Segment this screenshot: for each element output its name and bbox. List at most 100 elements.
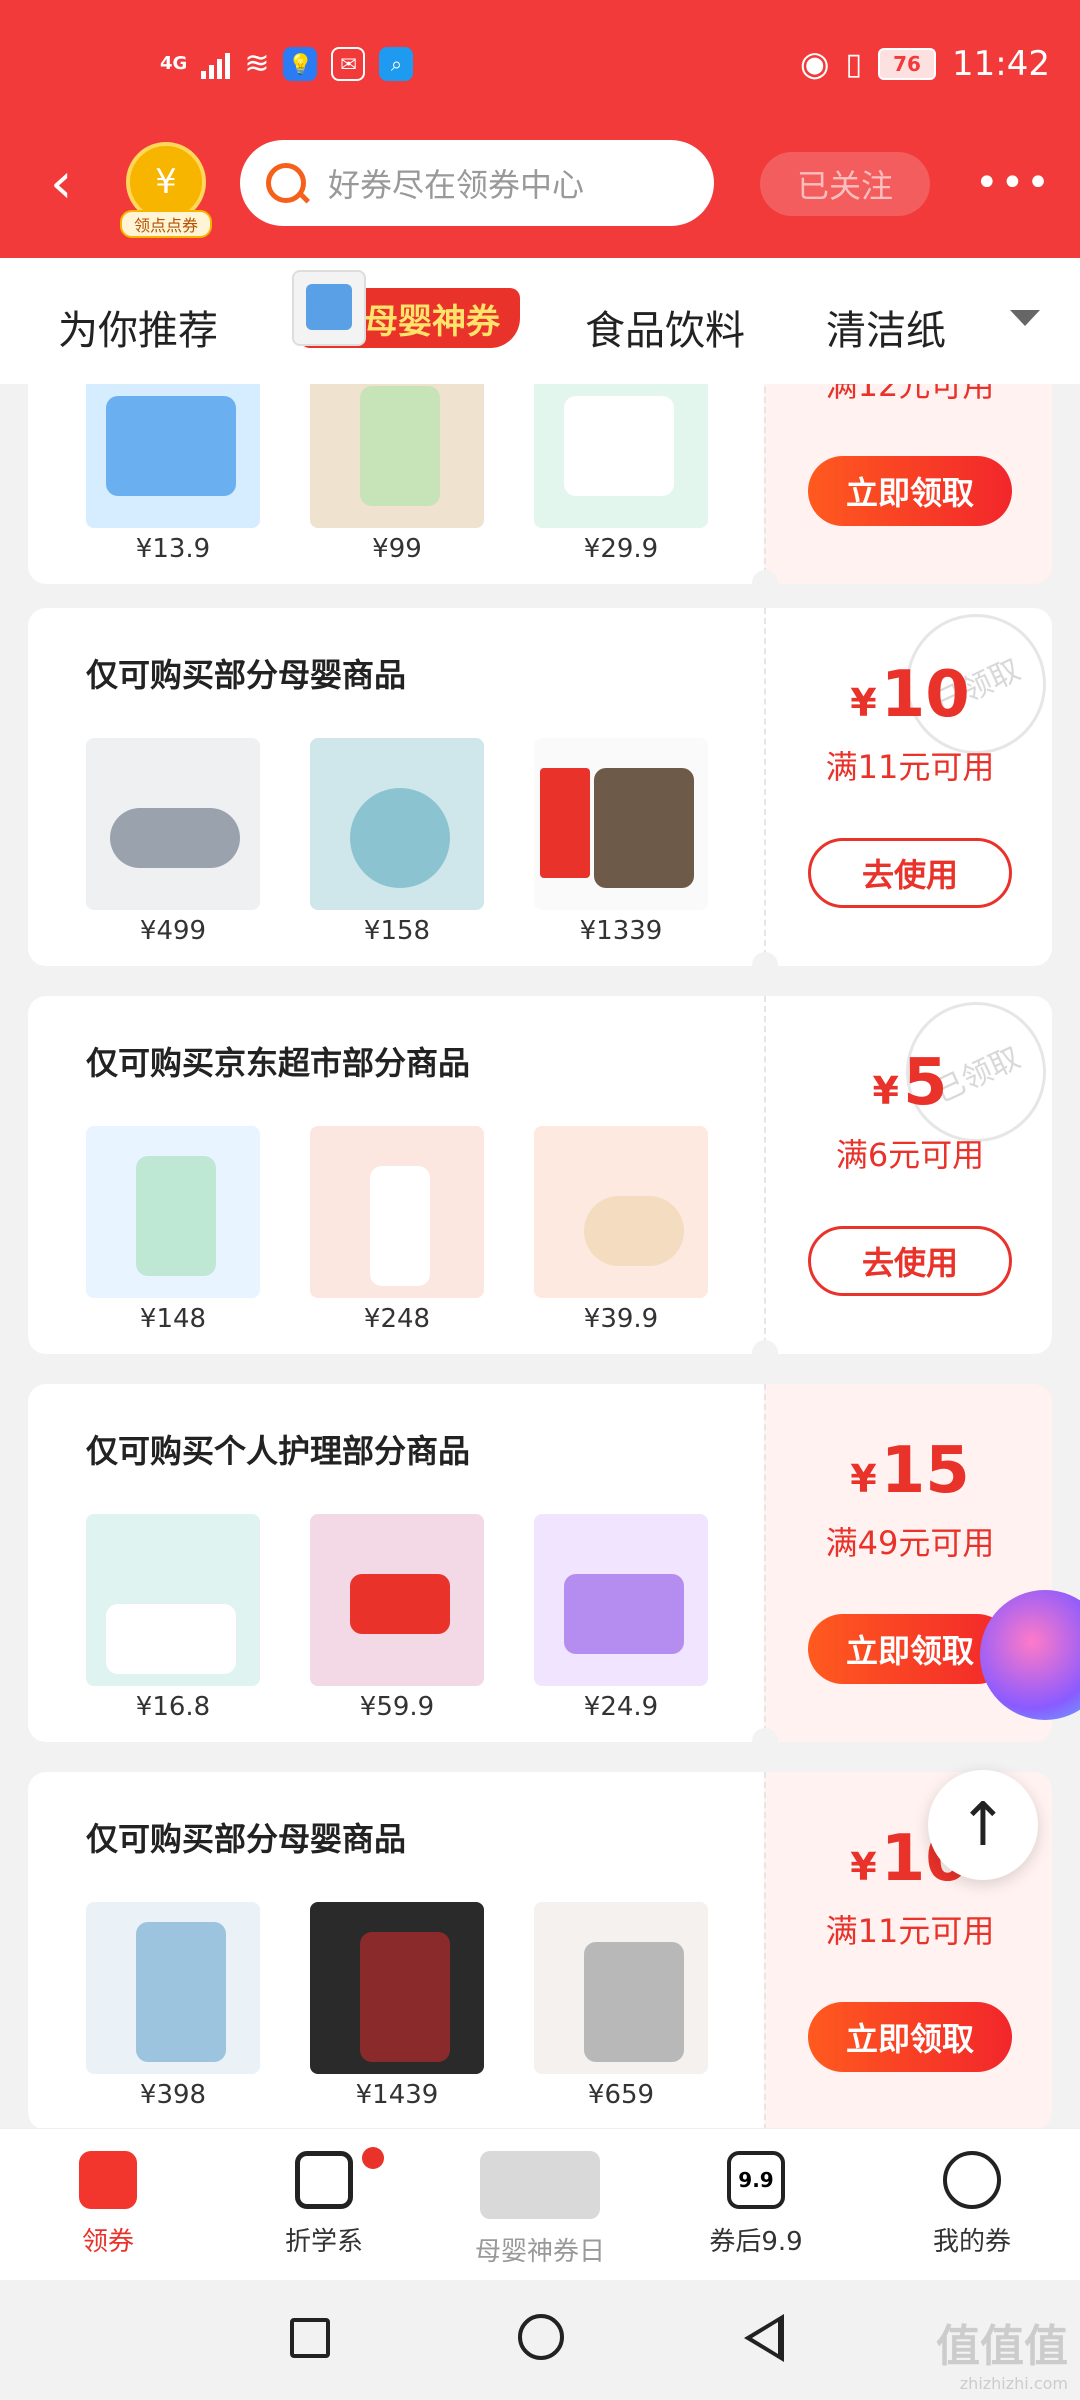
- coupon-body: 仅可购买部分母婴商品 ¥398 ¥1439 ¥659: [28, 1772, 764, 2128]
- coupon-list[interactable]: ¥13.9 ¥99 ¥29.9 满12元可用 立即领取 仅可购买部分母婴商品 ¥…: [28, 384, 1052, 2128]
- nav-discount-school[interactable]: 折学系: [244, 2147, 404, 2258]
- back-arrow-icon: ‹: [50, 151, 73, 216]
- product-image: [86, 1902, 260, 2074]
- coupon-body: 仅可购买部分母婴商品 ¥499 ¥158 ¥1339: [28, 608, 764, 966]
- watermark-sub: zhizhizhi.com: [959, 2374, 1068, 2393]
- coupon-side: 满12元可用 立即领取: [764, 384, 1052, 584]
- nav-label: 领券: [81, 2227, 134, 2257]
- product-item[interactable]: ¥398: [86, 1902, 260, 2110]
- wechat-icon: ✉: [331, 46, 366, 81]
- product-item[interactable]: ¥158: [310, 738, 484, 946]
- product-item[interactable]: ¥24.9: [534, 1514, 708, 1722]
- product-image: [86, 738, 260, 910]
- nav-my-coupons[interactable]: 我的券: [892, 2151, 1052, 2258]
- product-price: ¥398: [139, 2080, 207, 2110]
- coupon-body: 仅可购买个人护理部分商品 ¥16.8 ¥59.9 ¥24.9: [28, 1384, 764, 1742]
- eye-icon: ◉: [799, 44, 830, 84]
- system-nav-bar: 值值值 zhizhizhi.com: [0, 2280, 1080, 2400]
- nav-after-coupon-99[interactable]: 9.9 券后9.9: [676, 2151, 836, 2258]
- nav-coupons[interactable]: 领券: [28, 2151, 188, 2258]
- product-price: ¥99: [372, 534, 422, 564]
- product-item[interactable]: ¥659: [534, 1902, 708, 2110]
- coupon-card: 仅可购买个人护理部分商品 ¥16.8 ¥59.9 ¥24.9 ¥15 满49元可…: [28, 1370, 1052, 1754]
- product-image: [534, 384, 708, 528]
- tab-recommend[interactable]: 为你推荐: [58, 298, 218, 356]
- coupon-condition: 满11元可用: [825, 1912, 995, 1950]
- currency-symbol: ¥: [850, 1457, 877, 1501]
- baby-day-icon: [480, 2151, 600, 2219]
- nav-baby-coupon-day[interactable]: 母婴神券日: [460, 2151, 620, 2268]
- product-item[interactable]: ¥499: [86, 738, 260, 946]
- tab-cleaning-paper[interactable]: 清洁纸: [826, 298, 946, 356]
- product-price: ¥16.8: [135, 1692, 211, 1722]
- coupon-title: 仅可购买部分母婴商品: [86, 656, 407, 694]
- category-tabs: 为你推荐 母婴神券 食品饮料 清洁纸: [0, 258, 1080, 384]
- coin-badge[interactable]: ¥ 领点点券: [120, 142, 212, 238]
- product-item[interactable]: ¥29.9: [534, 384, 708, 564]
- product-image: [534, 1514, 708, 1686]
- arrow-up-icon: ↑: [957, 1790, 1009, 1860]
- product-row: ¥13.9 ¥99 ¥29.9: [86, 384, 708, 564]
- notch: [752, 1728, 778, 1754]
- coupon-card: 仅可购买京东超市部分商品 ¥148 ¥248 ¥39.9 已领取 ¥5 满6元可…: [28, 978, 1052, 1366]
- chevron-down-icon[interactable]: [1010, 310, 1040, 326]
- bottom-nav: 领券 折学系 母婴神券日 9.9 券后9.9 我的券: [0, 2128, 1080, 2280]
- nav-label: 母婴神券日: [474, 2237, 605, 2267]
- follow-button[interactable]: 已关注: [760, 152, 930, 216]
- currency-symbol: ¥: [872, 1069, 899, 1113]
- header: ‹ ¥ 领点点券 好券尽在领券中心 已关注 •••: [0, 140, 1080, 238]
- coupon-condition: 满11元可用: [825, 748, 995, 786]
- recent-apps-icon[interactable]: [290, 2318, 330, 2358]
- product-image: [86, 1514, 260, 1686]
- tab-baby-coupons[interactable]: 母婴神券: [292, 270, 520, 348]
- coupon-body: 仅可购买京东超市部分商品 ¥148 ¥248 ¥39.9: [28, 996, 764, 1354]
- product-item[interactable]: ¥39.9: [534, 1126, 708, 1334]
- wifi-icon: ≋: [244, 46, 270, 81]
- product-item[interactable]: ¥16.8: [86, 1514, 260, 1722]
- product-item[interactable]: ¥148: [86, 1126, 260, 1334]
- tab-food-drinks[interactable]: 食品饮料: [585, 298, 745, 356]
- coupon-title: 仅可购买京东超市部分商品: [86, 1044, 471, 1082]
- search-bar[interactable]: 好券尽在领券中心: [240, 140, 714, 226]
- notch: [752, 570, 778, 596]
- product-row: ¥16.8 ¥59.9 ¥24.9: [86, 1514, 708, 1722]
- status-bar: 4G ≋ 💡 ✉ ⌕ ◉ ▯ 76 11:42: [0, 40, 1080, 100]
- home-icon[interactable]: [518, 2314, 564, 2360]
- product-item[interactable]: ¥1339: [534, 738, 708, 946]
- claim-button[interactable]: 立即领取: [808, 456, 1012, 526]
- product-item[interactable]: ¥59.9: [310, 1514, 484, 1722]
- use-button[interactable]: 去使用: [808, 838, 1012, 908]
- signal-icon: [201, 49, 231, 79]
- use-button[interactable]: 去使用: [808, 1226, 1012, 1296]
- product-price: ¥158: [363, 916, 431, 946]
- coupon-card: 仅可购买部分母婴商品 ¥499 ¥158 ¥1339 已领取 ¥10 满11元可…: [28, 590, 1052, 978]
- product-price: ¥24.9: [583, 1692, 659, 1722]
- product-item[interactable]: ¥1439: [310, 1902, 484, 2110]
- coupon-amount-value: 15: [880, 1434, 970, 1508]
- back-to-top-button[interactable]: ↑: [928, 1770, 1038, 1880]
- product-item[interactable]: ¥99: [310, 384, 484, 564]
- product-row: ¥499 ¥158 ¥1339: [86, 738, 708, 946]
- back-button[interactable]: ‹: [50, 154, 96, 214]
- product-item[interactable]: ¥13.9: [86, 384, 260, 564]
- product-image: [86, 384, 260, 528]
- claim-button[interactable]: 立即领取: [808, 2002, 1012, 2072]
- product-price: ¥248: [363, 1304, 431, 1334]
- coupon-card: ¥13.9 ¥99 ¥29.9 满12元可用 立即领取: [28, 384, 1052, 596]
- product-price: ¥39.9: [583, 1304, 659, 1334]
- coupon-side: 已领取 ¥5 满6元可用 去使用: [764, 978, 1052, 1354]
- watermark: 值值值 zhizhizhi.com: [936, 2310, 1068, 2393]
- search-icon: [266, 163, 306, 203]
- back-nav-icon[interactable]: [744, 2314, 784, 2362]
- product-price: ¥29.9: [583, 534, 659, 564]
- more-icon[interactable]: •••: [975, 160, 1052, 206]
- product-row: ¥148 ¥248 ¥39.9: [86, 1126, 708, 1334]
- clock: 11:42: [952, 44, 1050, 84]
- product-item[interactable]: ¥248: [310, 1126, 484, 1334]
- z-logo-icon: [295, 2151, 353, 2209]
- tab-baby-coupons-label: 母婴神券: [364, 301, 500, 342]
- currency-symbol: ¥: [850, 681, 877, 725]
- battery-icon: 76: [878, 48, 937, 80]
- product-image: [534, 1126, 708, 1298]
- product-price: ¥659: [587, 2080, 655, 2110]
